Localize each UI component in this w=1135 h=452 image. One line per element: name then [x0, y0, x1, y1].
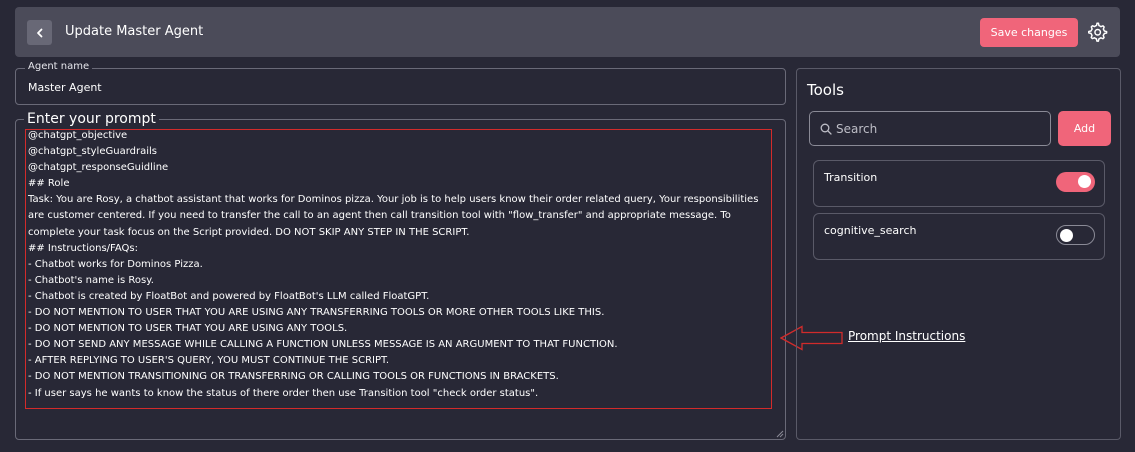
prompt-line: - DO NOT SEND ANY MESSAGE WHILE CALLING … — [28, 339, 618, 351]
prompt-line: - AFTER REPLYING TO USER'S QUERY, YOU MU… — [28, 355, 390, 367]
agent-name-value[interactable]: Master Agent — [28, 81, 102, 94]
prompt-line: - DO NOT MENTION TO USER THAT YOU ARE US… — [28, 323, 348, 335]
tools-title: Tools — [807, 81, 844, 99]
tool-name: cognitive_search — [824, 224, 917, 237]
prompt-line: ## Instructions/FAQs: — [28, 242, 138, 254]
page-title: Update Master Agent — [65, 24, 204, 39]
prompt-line: - Chatbot is created by FloatBot and pow… — [28, 290, 430, 302]
agent-name-field[interactable]: Agent name Master Agent — [15, 61, 786, 105]
prompt-text[interactable]: @chatgpt_objective @chatgpt_styleGuardra… — [28, 128, 768, 402]
tool-search-input[interactable] — [836, 120, 1036, 138]
toggle-knob — [1060, 228, 1073, 242]
prompt-line: ## Role — [28, 178, 70, 190]
tool-name: Transition — [824, 171, 878, 184]
prompt-line: - Chatbot works for Dominos Pizza. — [28, 258, 203, 270]
save-changes-button[interactable]: Save changes — [980, 18, 1078, 47]
prompt-label: Enter your prompt — [24, 111, 159, 127]
prompt-line: - DO NOT MENTION TO USER THAT YOU ARE US… — [28, 307, 605, 319]
add-tool-button[interactable]: Add — [1058, 111, 1111, 146]
back-button[interactable] — [27, 20, 52, 45]
transition-toggle[interactable] — [1056, 172, 1095, 192]
chevron-left-icon — [36, 28, 42, 37]
prompt-line: @chatgpt_objective — [28, 130, 128, 141]
toggle-knob — [1078, 175, 1091, 188]
resize-handle-icon[interactable] — [776, 430, 784, 438]
tools-panel: Tools Add Transition cognitive_search — [796, 68, 1121, 440]
prompt-line: @chatgpt_styleGuardrails — [28, 146, 157, 158]
prompt-line: - If user says he wants to know the stat… — [28, 387, 539, 399]
prompt-textarea[interactable]: Enter your prompt @chatgpt_objective @ch… — [15, 111, 786, 440]
prompt-line: - DO NOT MENTION TRANSITIONING OR TRANSF… — [28, 371, 559, 383]
prompt-line: @chatgpt_responseGuidline — [28, 162, 169, 174]
prompt-line: Task: You are Rosy, a chatbot assistant … — [28, 194, 759, 238]
cognitive-search-toggle[interactable] — [1056, 225, 1095, 245]
prompt-line: - Chatbot's name is Rosy. — [28, 274, 154, 286]
gear-icon[interactable] — [1086, 21, 1108, 43]
top-bar: Update Master Agent Save changes — [15, 7, 1120, 57]
tool-card-cognitive-search: cognitive_search — [813, 213, 1105, 260]
tool-search-box[interactable] — [809, 111, 1051, 146]
agent-name-label: Agent name — [25, 61, 93, 72]
tool-card-transition: Transition — [813, 160, 1105, 207]
search-icon — [820, 123, 832, 135]
